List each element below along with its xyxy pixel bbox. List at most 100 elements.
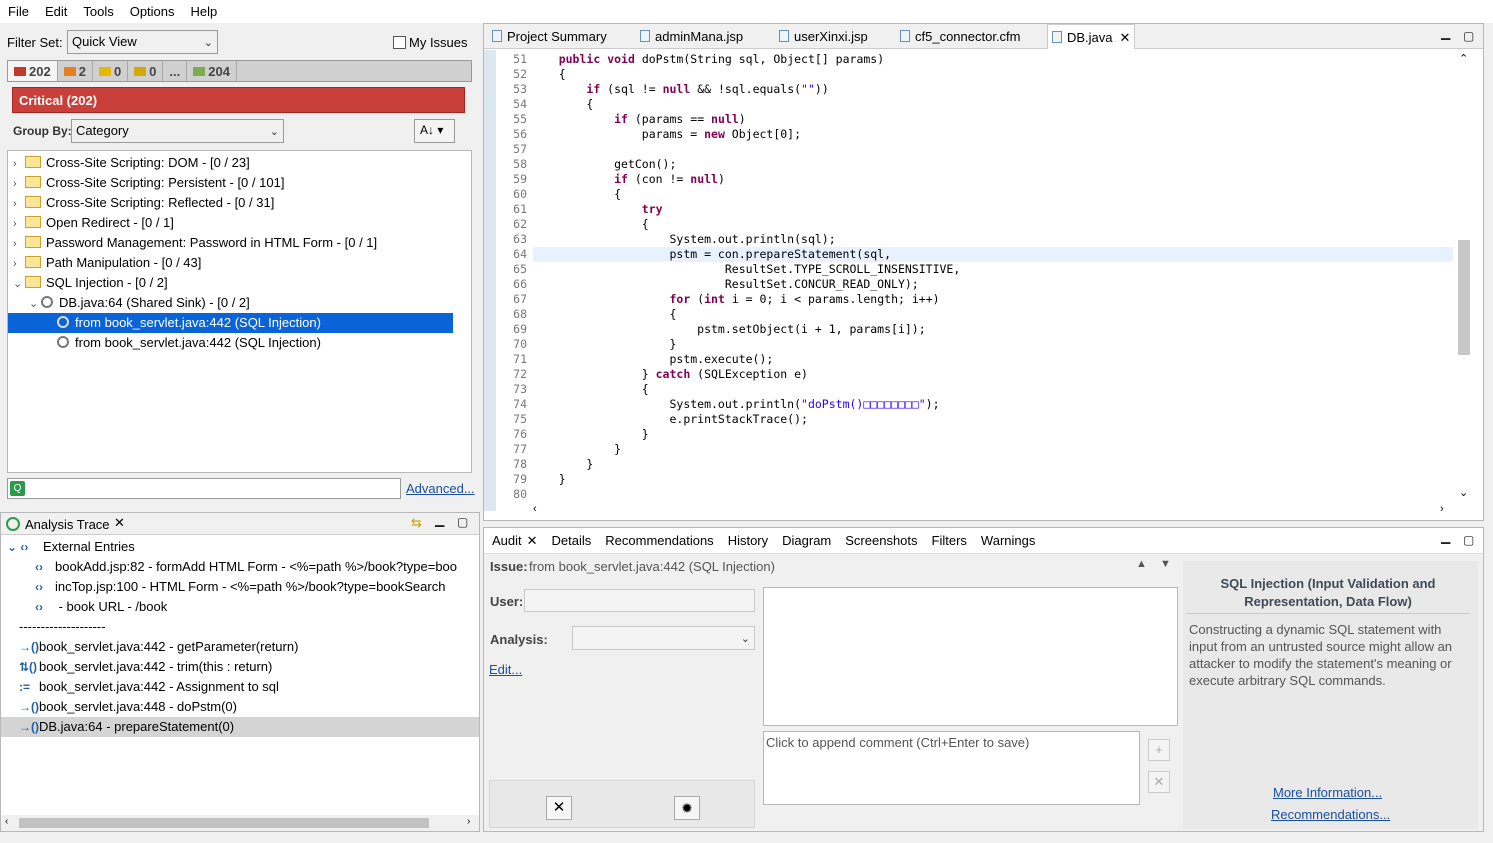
chevron-icon[interactable]: › [13, 174, 25, 194]
chevron-icon[interactable]: › [13, 254, 25, 274]
tree-item[interactable]: from book_servlet.java:442 (SQL Injectio… [8, 333, 453, 353]
editor-tab[interactable]: cf5_connector.cfm [896, 24, 1025, 49]
editor-hscrollbar[interactable]: ‹ › [497, 503, 1457, 519]
trace-hscrollbar[interactable]: ‹ › [1, 815, 479, 831]
severity-color-swatch [63, 66, 76, 76]
link-with-editor-icon[interactable]: ⇆ [411, 515, 422, 531]
tree-item[interactable]: ⌄ DB.java:64 (Shared Sink) - [0 / 2] [8, 293, 453, 313]
tab-filters[interactable]: Filters [932, 533, 967, 548]
severity-tab[interactable]: 204 [187, 61, 237, 81]
code-area[interactable]: 51 public void doPstm(String sql, Object… [497, 52, 1454, 507]
chevron-left-icon[interactable]: ‹ [5, 816, 8, 827]
minimize-icon[interactable]: ▁ [435, 513, 444, 527]
trace-row[interactable]: ⇅() book_servlet.java:442 - trim(this : r… [19, 657, 272, 677]
editor-tab[interactable]: DB.java ✕ [1047, 24, 1136, 49]
severity-tab[interactable]: 0 [128, 61, 164, 81]
chevron-icon[interactable]: › [13, 234, 25, 254]
trace-row[interactable]: := book_servlet.java:442 - Assignment to … [19, 677, 279, 697]
chevron-up-icon[interactable]: ⌃ [1459, 52, 1468, 65]
trace-row[interactable]: →()DB.java:64 - prepareStatement(0) [19, 717, 234, 737]
chevron-right-icon[interactable]: › [467, 816, 470, 827]
menu-options[interactable]: Options [122, 4, 183, 19]
close-icon[interactable]: ✕ [1120, 30, 1131, 45]
menu-tools[interactable]: Tools [75, 4, 121, 19]
editor-tab[interactable]: adminMana.jsp [636, 24, 747, 49]
tree-item[interactable]: ⌄ SQL Injection - [0 / 2] [8, 273, 453, 293]
trace-row-label: incTop.jsp:100 - HTML Form - <%=path %>/… [55, 579, 446, 594]
filter-set-select[interactable]: Quick View ⌄ [67, 30, 218, 54]
minimize-icon[interactable]: ▁ [1441, 26, 1450, 40]
edit-link[interactable]: Edit... [489, 662, 522, 677]
severity-tab[interactable]: ... [163, 61, 188, 81]
scroll-thumb[interactable] [19, 818, 429, 828]
chevron-icon[interactable]: › [13, 194, 25, 214]
maximize-icon[interactable]: ▢ [1463, 29, 1474, 43]
menu-help[interactable]: Help [183, 4, 226, 19]
chevron-icon[interactable]: ⌄ [13, 274, 25, 294]
tab-recommendations[interactable]: Recommendations [605, 533, 713, 548]
tab-audit[interactable]: Audit ✕ [492, 533, 538, 549]
severity-tab[interactable]: 0 [93, 61, 129, 81]
tab-diagram[interactable]: Diagram [782, 533, 831, 548]
tree-item-label: DB.java:64 (Shared Sink) - [0 / 2] [59, 295, 250, 310]
user-field[interactable] [524, 589, 755, 612]
more-information-link[interactable]: More Information... [1273, 785, 1382, 800]
tree-item[interactable]: › Cross-Site Scripting: DOM - [0 / 23] [8, 153, 453, 173]
tree-item[interactable]: › Open Redirect - [0 / 1] [8, 213, 453, 233]
minimize-icon[interactable]: ▁ [1441, 530, 1450, 544]
analysis-select[interactable]: ⌄ [572, 626, 755, 650]
tree-item[interactable]: › Path Manipulation - [0 / 43] [8, 253, 453, 273]
scroll-thumb[interactable] [1458, 240, 1470, 355]
delete-comment-icon[interactable]: ✕ [1148, 771, 1170, 793]
code-text: pstm.execute(); [531, 352, 774, 366]
search-input[interactable]: Q [7, 478, 401, 499]
trace-row[interactable]: ‹› - book URL - /book [35, 597, 167, 617]
prev-issue-icon[interactable]: ▲ [1136, 558, 1147, 570]
tree-item[interactable]: › Password Management: Password in HTML F… [8, 233, 453, 253]
file-bug-button[interactable]: ✹ [674, 796, 700, 820]
add-comment-icon[interactable]: + [1148, 739, 1170, 761]
tab-warnings[interactable]: Warnings [981, 533, 1035, 548]
trace-row[interactable]: ‹› incTop.jsp:100 - HTML Form - <%=path %… [35, 577, 445, 597]
recommendations-link[interactable]: Recommendations... [1271, 807, 1390, 822]
editor-tab[interactable]: userXinxi.jsp [775, 24, 872, 49]
tab-screenshots[interactable]: Screenshots [845, 533, 917, 548]
severity-tab[interactable]: 2 [58, 61, 93, 81]
tree-item[interactable]: › Cross-Site Scripting: Reflected - [0 / … [8, 193, 453, 213]
chevron-icon[interactable]: ⌄ [29, 294, 41, 314]
menu-edit[interactable]: Edit [37, 4, 75, 19]
close-icon[interactable]: ✕ [114, 515, 125, 531]
trace-row[interactable]: ‹› bookAdd.jsp:82 - formAdd HTML Form - <… [35, 557, 457, 577]
suppress-button[interactable]: ✕ [546, 796, 572, 820]
chevron-down-icon[interactable]: ⌄ [1459, 486, 1468, 499]
trace-row[interactable]: →()book_servlet.java:442 - getParameter(… [19, 637, 298, 657]
critical-header[interactable]: Critical (202) [12, 87, 465, 113]
trace-row[interactable]: -------------------- [19, 617, 106, 637]
close-icon[interactable]: ✕ [527, 533, 538, 548]
trace-row[interactable]: →()book_servlet.java:448 - doPstm(0) [19, 697, 237, 717]
chevron-icon[interactable]: › [13, 214, 25, 234]
my-issues-checkbox[interactable] [393, 36, 406, 49]
advanced-link[interactable]: Advanced... [406, 481, 475, 496]
sort-button[interactable]: A↓ ▾ [414, 119, 455, 143]
chevron-left-icon[interactable]: ‹ [533, 503, 537, 515]
maximize-icon[interactable]: ▢ [1463, 533, 1474, 547]
line-number: 62 [513, 217, 527, 231]
comment-input[interactable]: Click to append comment (Ctrl+Enter to s… [763, 731, 1140, 805]
tree-item[interactable]: › Cross-Site Scripting: Persistent - [0 /… [8, 173, 453, 193]
chevron-icon[interactable]: › [13, 154, 25, 174]
maximize-icon[interactable]: ▢ [457, 515, 468, 529]
editor-vscrollbar[interactable]: ⌃ ⌄ [1457, 50, 1473, 500]
tab-history[interactable]: History [728, 533, 768, 548]
group-by-select[interactable]: Category ⌄ [71, 119, 284, 143]
tree-item[interactable]: from book_servlet.java:442 (SQL Injectio… [8, 313, 453, 333]
chevron-right-icon[interactable]: › [1440, 503, 1444, 515]
comments-view[interactable] [763, 587, 1178, 726]
severity-tab[interactable]: 202 [8, 61, 58, 81]
trace-row[interactable]: ⌄ ‹› External Entries [7, 537, 135, 557]
editor-tab[interactable]: Project Summary [488, 24, 611, 49]
next-issue-icon[interactable]: ▼ [1160, 558, 1171, 570]
tab-details[interactable]: Details [552, 533, 592, 548]
menu-file[interactable]: File [0, 4, 37, 19]
status-bar [0, 834, 1493, 843]
